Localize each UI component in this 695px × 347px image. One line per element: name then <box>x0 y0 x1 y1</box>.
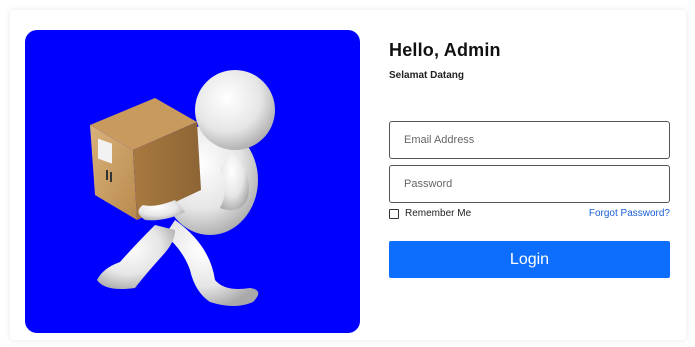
email-input[interactable] <box>390 122 669 158</box>
person-carrying-box-illustration <box>90 70 275 306</box>
remember-me: Remember Me <box>389 208 471 219</box>
forgot-password-link[interactable]: Forgot Password? <box>589 208 670 219</box>
page-subtitle: Selamat Datang <box>389 70 465 81</box>
remember-me-checkbox[interactable] <box>389 208 399 219</box>
remember-me-label[interactable]: Remember Me <box>405 208 471 219</box>
page-title: Hello, Admin <box>389 40 501 60</box>
password-field-wrapper <box>389 165 670 203</box>
login-button[interactable]: Login <box>389 241 670 278</box>
email-field-wrapper <box>389 121 670 159</box>
password-input[interactable] <box>390 166 669 202</box>
hero-panel <box>25 30 360 333</box>
